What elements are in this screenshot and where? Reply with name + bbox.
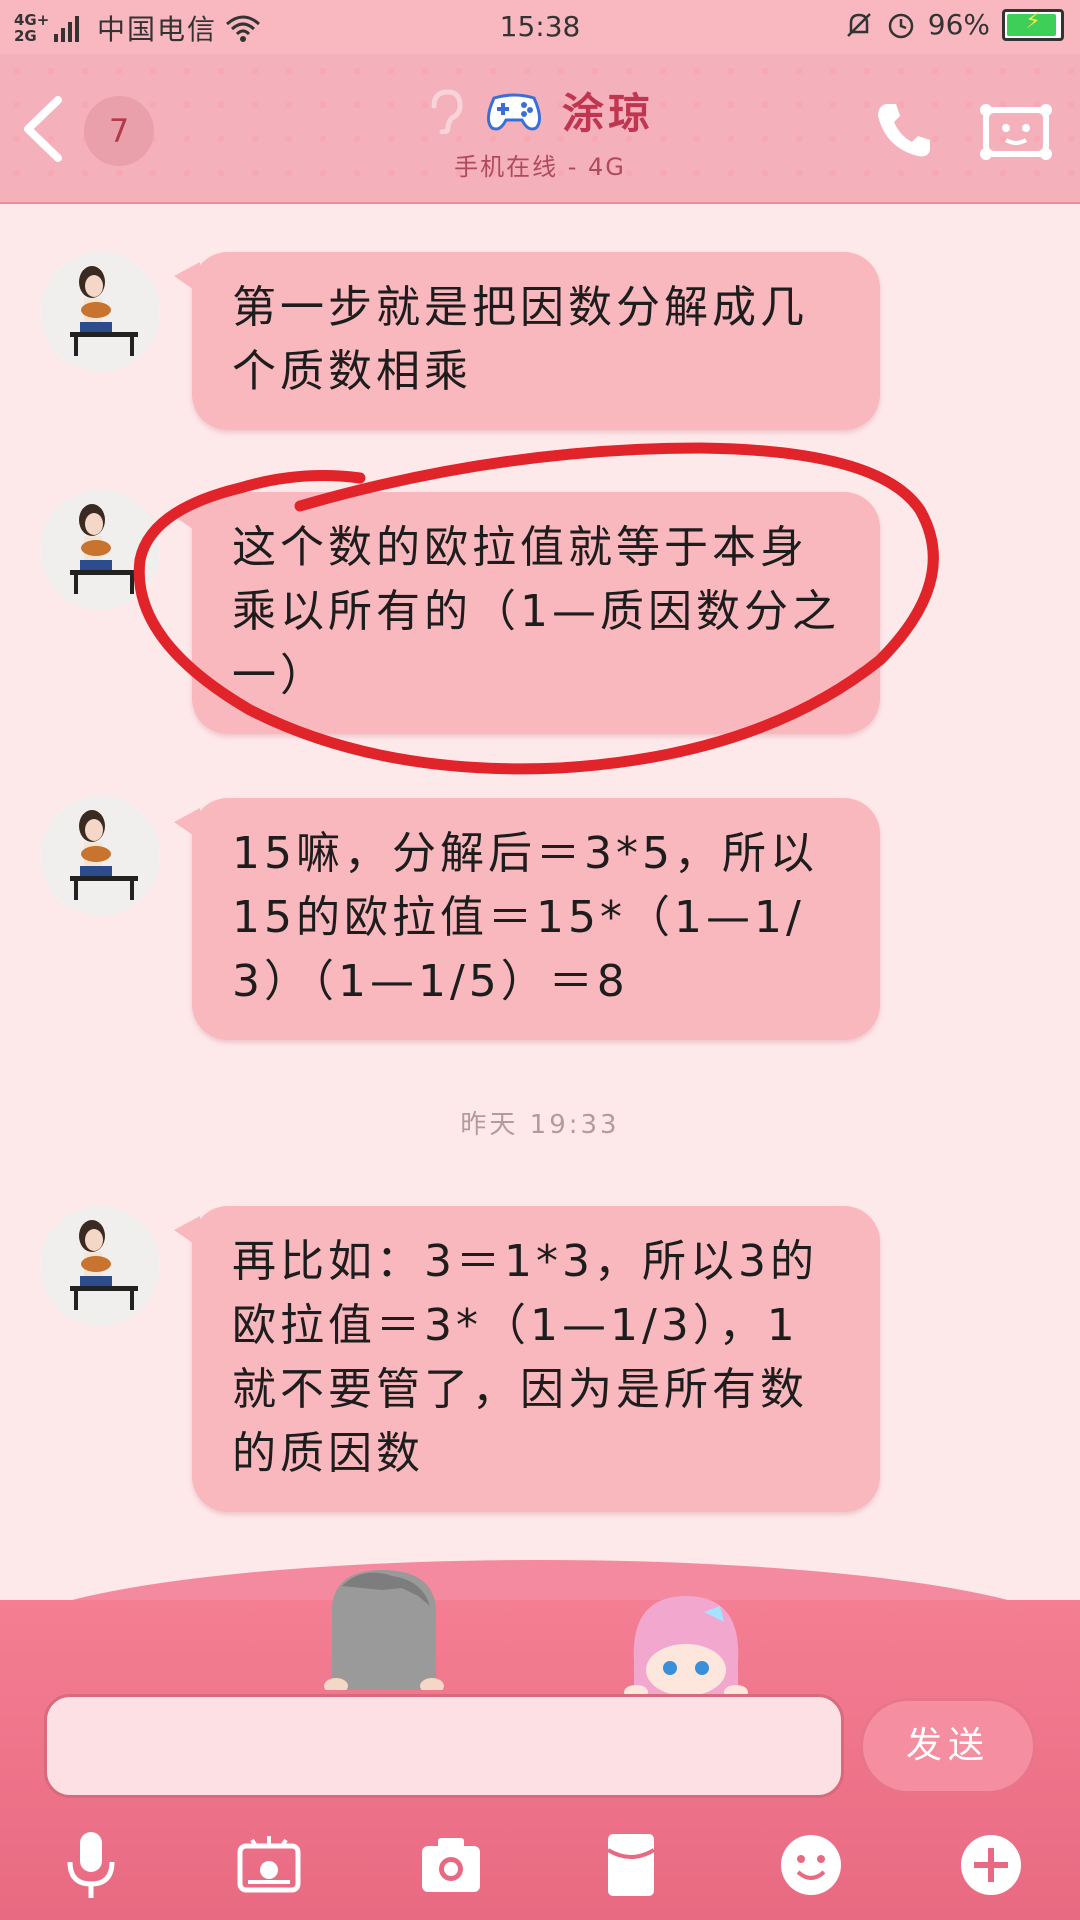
battery-icon: ⚡ (1002, 8, 1064, 41)
plus-icon[interactable] (956, 1830, 1026, 1900)
battery-percent: 96% (927, 8, 990, 41)
mute-bell-icon (846, 12, 871, 37)
girl-character-icon (624, 1596, 748, 1696)
avatar-girl-guitar-icon (40, 1206, 160, 1326)
message-bubble[interactable]: 这个数的欧拉值就等于本身乘以所有的（1—质因数分之一） (174, 492, 880, 734)
avatar-girl-guitar-icon (40, 490, 160, 610)
camera-icon[interactable] (416, 1830, 486, 1900)
status-right: 96% ⚡ (844, 8, 1064, 41)
avatar[interactable] (40, 490, 160, 610)
message-input[interactable] (44, 1694, 844, 1798)
message-text: 第一步就是把因数分解成几个质数相乘 (232, 282, 808, 397)
emoji-icon[interactable] (776, 1830, 846, 1900)
avatar[interactable] (40, 1206, 160, 1326)
chat-header: 7 涂琼 手机在线 - 4G (0, 54, 1080, 204)
avatar[interactable] (40, 252, 160, 372)
send-button[interactable]: 发送 (860, 1698, 1036, 1794)
message-bubble[interactable]: 15嘛，分解后＝3*5，所以15的欧拉值＝15*（1—1/3）（1—1/5）＝8 (174, 798, 880, 1040)
message-bubble[interactable]: 第一步就是把因数分解成几个质数相乘 (174, 252, 880, 430)
avatar[interactable] (40, 796, 160, 916)
message-text: 再比如：3＝1*3，所以3的欧拉值＝3*（1—1/3），1就不要管了，因为是所有… (232, 1236, 818, 1479)
earpiece-icon (431, 88, 463, 134)
status-bar: 4G+ 2G 中国电信 15:38 96% ⚡ (0, 0, 1080, 54)
alarm-icon (888, 13, 914, 38)
avatar-girl-guitar-icon (40, 252, 160, 372)
message-text: 15嘛，分解后＝3*5，所以15的欧拉值＝15*（1—1/3）（1—1/5）＝8 (232, 828, 818, 1007)
microphone-icon[interactable] (56, 1830, 126, 1900)
red-packet-icon[interactable] (596, 1830, 666, 1900)
avatar-girl-guitar-icon (40, 796, 160, 916)
contact-name: 涂琼 (561, 89, 654, 138)
boy-character-icon (324, 1570, 444, 1690)
message-text: 这个数的欧拉值就等于本身乘以所有的（1—质因数分之一） (232, 522, 840, 701)
message-bubble[interactable]: 再比如：3＝1*3，所以3的欧拉值＝3*（1—1/3），1就不要管了，因为是所有… (174, 1206, 880, 1512)
profile-card-icon[interactable] (980, 100, 1052, 162)
gamepad-icon (486, 93, 541, 130)
photo-album-icon[interactable] (234, 1830, 304, 1900)
message-timestamp: 昨天 19:33 (460, 1110, 620, 1140)
phone-icon[interactable] (872, 98, 936, 162)
